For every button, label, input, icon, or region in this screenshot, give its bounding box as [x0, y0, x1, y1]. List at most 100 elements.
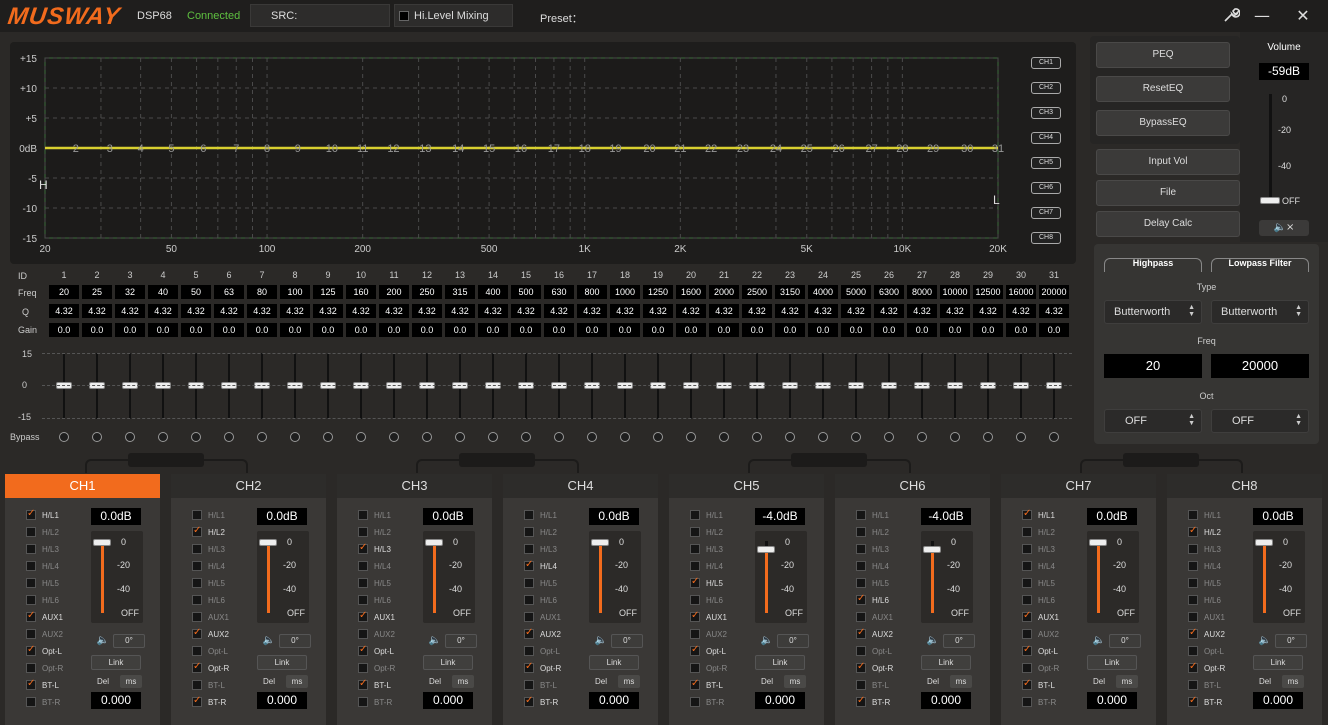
band-gain-input[interactable]: 0.0 [346, 323, 376, 337]
input-checkbox[interactable] [26, 697, 36, 707]
phase-button[interactable]: 0° [1109, 634, 1141, 648]
input-checkbox[interactable] [524, 559, 534, 571]
delay-value-input[interactable]: 0.000 [1087, 692, 1137, 709]
band-freq-input[interactable]: 1600 [676, 285, 706, 299]
input-checkbox[interactable] [524, 661, 534, 673]
band-q-input[interactable]: 4.32 [1006, 304, 1036, 318]
channel-tab[interactable]: CH4 [503, 474, 658, 498]
channel-tab[interactable]: CH7 [1001, 474, 1156, 498]
band-q-input[interactable]: 4.32 [214, 304, 244, 318]
band-gain-input[interactable]: 0.0 [82, 323, 112, 337]
band-freq-input[interactable]: 1250 [643, 285, 673, 299]
band-q-input[interactable]: 4.32 [280, 304, 310, 318]
band-gain-input[interactable]: 0.0 [610, 323, 640, 337]
band-marker[interactable]: 19 [609, 143, 621, 155]
band-freq-input[interactable]: 40 [148, 285, 178, 299]
band-marker[interactable]: 2 [73, 143, 79, 155]
input-checkbox[interactable] [26, 629, 36, 639]
input-checkbox[interactable] [1022, 678, 1032, 690]
fader-knob[interactable] [259, 539, 277, 546]
input-checkbox[interactable] [192, 510, 202, 520]
delay-value-input[interactable]: 0.000 [257, 692, 307, 709]
input-checkbox[interactable] [26, 663, 36, 673]
band-gain-input[interactable]: 0.0 [313, 323, 343, 337]
input-checkbox[interactable] [524, 695, 534, 707]
band-freq-input[interactable]: 5000 [841, 285, 871, 299]
input-checkbox[interactable] [26, 678, 36, 690]
input-checkbox[interactable] [358, 629, 368, 639]
channel-gain-value[interactable]: 0.0dB [1253, 508, 1303, 525]
input-checkbox[interactable] [690, 697, 700, 707]
band-freq-input[interactable]: 1000 [610, 285, 640, 299]
band-q-input[interactable]: 4.32 [676, 304, 706, 318]
delay-unit-button[interactable]: ms [1116, 675, 1138, 688]
eq-graph[interactable]: +15+10+50dB-5-10-1520 50 100 200 500 1K 2K 5K 10… [10, 42, 1076, 264]
input-checkbox[interactable] [1188, 612, 1198, 622]
input-checkbox[interactable] [856, 527, 866, 537]
input-checkbox[interactable] [690, 527, 700, 537]
band-q-input[interactable]: 4.32 [346, 304, 376, 318]
band-freq-input[interactable]: 630 [544, 285, 574, 299]
band-freq-input[interactable]: 80 [247, 285, 277, 299]
delay-calc-button[interactable]: Delay Calc [1096, 211, 1240, 237]
band-gain-input[interactable]: 0.0 [181, 323, 211, 337]
input-checkbox[interactable] [690, 610, 700, 622]
band-q-input[interactable]: 4.32 [148, 304, 178, 318]
band-freq-input[interactable]: 32 [115, 285, 145, 299]
input-checkbox[interactable] [524, 527, 534, 537]
channel-tab[interactable]: CH8 [1167, 474, 1322, 498]
input-checkbox[interactable] [1188, 510, 1198, 520]
input-checkbox[interactable] [192, 627, 202, 639]
input-checkbox[interactable] [690, 678, 700, 690]
channel-gain-fader[interactable]: 0 -20 -40 OFF [1087, 531, 1139, 623]
band-freq-input[interactable]: 16000 [1006, 285, 1036, 299]
band-freq-input[interactable]: 125 [313, 285, 343, 299]
band-marker[interactable]: 12 [387, 143, 399, 155]
input-checkbox[interactable] [690, 595, 700, 605]
band-marker[interactable]: 10 [326, 143, 338, 155]
input-checkbox[interactable] [856, 612, 866, 622]
band-q-input[interactable]: 4.32 [577, 304, 607, 318]
band-marker[interactable]: 18 [579, 143, 591, 155]
input-checkbox[interactable] [1188, 646, 1198, 656]
band-gain-input[interactable]: 0.0 [643, 323, 673, 337]
band-marker[interactable]: 6 [200, 143, 206, 155]
channel-gain-fader[interactable]: 0 -20 -40 OFF [257, 531, 309, 623]
highpass-oct-select[interactable]: OFF ▲ ▼ [1104, 409, 1202, 433]
band-marker[interactable]: 29 [927, 143, 939, 155]
delay-value-input[interactable]: 0.000 [423, 692, 473, 709]
band-freq-input[interactable]: 400 [478, 285, 508, 299]
input-checkbox[interactable] [358, 561, 368, 571]
input-checkbox[interactable] [1022, 561, 1032, 571]
input-checkbox[interactable] [856, 578, 866, 588]
fader-knob[interactable] [591, 539, 609, 546]
band-gain-input[interactable]: 0.0 [742, 323, 772, 337]
channel-gain-fader[interactable]: 0 -20 -40 OFF [921, 531, 973, 623]
input-checkbox[interactable] [1022, 578, 1032, 588]
speaker-mute-icon[interactable]: 🔈 [593, 634, 609, 647]
channel-tab[interactable]: CH6 [835, 474, 990, 498]
delay-value-input[interactable]: 0.000 [1253, 692, 1303, 709]
band-marker[interactable]: 15 [483, 143, 495, 155]
input-checkbox[interactable] [1188, 544, 1198, 554]
channel-gain-value[interactable]: -4.0dB [755, 508, 805, 525]
input-checkbox[interactable] [1188, 627, 1198, 639]
channel-gain-fader[interactable]: 0 -20 -40 OFF [91, 531, 143, 623]
band-freq-input[interactable]: 500 [511, 285, 541, 299]
phase-button[interactable]: 0° [777, 634, 809, 648]
delay-value-input[interactable]: 0.000 [91, 692, 141, 709]
band-gain-input[interactable]: 0.0 [775, 323, 805, 337]
band-gain-input[interactable]: 0.0 [808, 323, 838, 337]
lowpass-marker[interactable]: L [993, 193, 1000, 207]
highpass-type-select[interactable]: Butterworth ▲ ▼ [1104, 300, 1202, 324]
reset-eq-button[interactable]: ResetEQ [1096, 76, 1230, 102]
phase-button[interactable]: 0° [611, 634, 643, 648]
band-freq-input[interactable]: 6300 [874, 285, 904, 299]
channel-gain-fader[interactable]: 0 -20 -40 OFF [423, 531, 475, 623]
input-checkbox[interactable] [524, 627, 534, 639]
preset-label[interactable]: Preset： [540, 10, 583, 26]
link-toggle-ch1-ch2[interactable] [128, 453, 204, 467]
input-checkbox[interactable] [690, 663, 700, 673]
input-checkbox[interactable] [26, 544, 36, 554]
input-checkbox[interactable] [358, 595, 368, 605]
